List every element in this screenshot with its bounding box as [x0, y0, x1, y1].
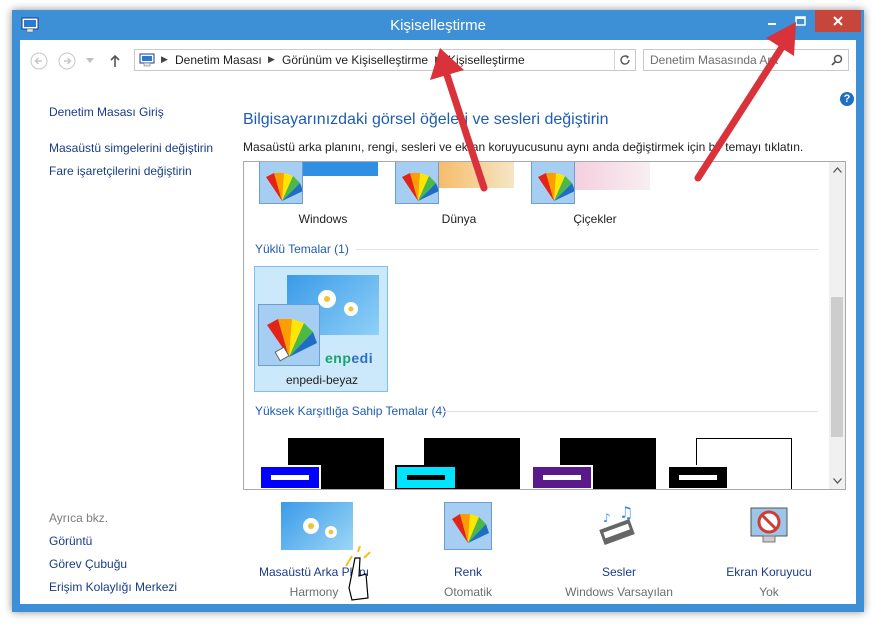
desktop-background-icon: [281, 502, 353, 550]
breadcrumb-appearance[interactable]: Görünüm ve Kişiselleştirme: [282, 53, 428, 67]
theme-name: Çiçekler: [573, 212, 617, 226]
theme-name: enpedi-beyaz: [285, 373, 359, 387]
refresh-button[interactable]: [614, 50, 635, 70]
up-button[interactable]: [106, 52, 124, 70]
chevron-down-icon: [832, 478, 842, 484]
minimize-button[interactable]: [758, 10, 786, 32]
breadcrumb-personalization[interactable]: Kişiselleştirme: [448, 53, 525, 67]
theme-high-contrast-2[interactable]: [392, 438, 526, 489]
enpedi-logo: enpedi: [325, 350, 374, 366]
breadcrumb-separator-icon: ▶: [435, 54, 442, 64]
theme-enpedi-beyaz[interactable]: enpedi enpedi-beyaz: [254, 266, 388, 392]
scroll-up-button[interactable]: [829, 162, 845, 178]
color-fan-icon: [531, 162, 575, 204]
color-fan-icon: [444, 502, 492, 550]
breadcrumb-separator-icon: ▶: [268, 54, 275, 64]
high-contrast-swatch: [531, 465, 593, 489]
ease-of-access-link[interactable]: Erişim Kolaylığı Merkezi: [49, 580, 177, 594]
maximize-button[interactable]: [786, 10, 814, 32]
theme-flowers[interactable]: Çiçekler: [528, 162, 662, 228]
bottom-value: Windows Varsayılan: [565, 585, 673, 599]
window-title: Kişiselleştirme: [390, 17, 486, 34]
theme-high-contrast-3[interactable]: [528, 438, 662, 489]
bottom-value: Harmony: [289, 585, 339, 599]
back-button[interactable]: [30, 52, 48, 70]
title-bar[interactable]: Kişiselleştirme: [12, 10, 864, 40]
theme-list[interactable]: Windows Dünya Çiçekler Yüklü Temalar (1): [243, 161, 846, 490]
personalization-window: Kişiselleştirme ▶ Denetim Masası ▶ Görün…: [12, 10, 864, 612]
page-title: Bilgisayarınızdaki görsel öğeleri ve ses…: [243, 111, 609, 128]
mouse-pointers-link[interactable]: Fare işaretçilerini değiştirin: [49, 164, 192, 178]
display-link[interactable]: Görüntü: [49, 534, 92, 548]
theme-windows[interactable]: Windows: [256, 162, 390, 228]
search-icon: [831, 54, 843, 66]
forward-button[interactable]: [58, 52, 76, 70]
search-input[interactable]: [650, 52, 820, 68]
installed-themes-group: Yüklü Temalar (1): [255, 242, 349, 256]
see-also-title: Ayrıca bkz.: [49, 511, 109, 525]
group-divider: [444, 411, 818, 412]
bottom-label: Ekran Koruyucu: [726, 565, 812, 579]
taskbar-link[interactable]: Görev Çubuğu: [49, 557, 127, 571]
control-panel-icon: [139, 53, 155, 67]
theme-high-contrast-white[interactable]: [664, 438, 798, 489]
recent-locations-button[interactable]: [84, 52, 96, 70]
theme-name: Dünya: [441, 212, 477, 226]
minimize-icon: [768, 23, 776, 25]
bottom-value: Otomatik: [443, 585, 492, 599]
chevron-down-icon: [86, 58, 94, 63]
svg-text:♪: ♪: [603, 511, 611, 525]
back-arrow-icon: [30, 52, 48, 70]
breadcrumb-separator-icon: ▶: [161, 54, 168, 64]
page-description: Masaüstü arka planını, rengi, sesleri ve…: [243, 140, 804, 154]
address-bar[interactable]: ▶ Denetim Masası ▶ Görünüm ve Kişiselleş…: [134, 49, 636, 71]
high-contrast-swatch: [259, 465, 321, 489]
sounds-icon: ♫ ♪: [595, 502, 643, 550]
breadcrumb-control-panel[interactable]: Denetim Masası: [175, 53, 262, 67]
high-contrast-themes-group: Yüksek Karşıtlığa Sahip Temalar (4): [255, 404, 447, 418]
refresh-icon: [620, 55, 630, 65]
bottom-label: Masaüstü Arka Planı: [258, 565, 370, 579]
theme-earth[interactable]: Dünya: [392, 162, 526, 228]
close-button[interactable]: [815, 10, 861, 32]
bottom-label: Renk: [453, 565, 482, 579]
scroll-thumb[interactable]: [831, 297, 843, 437]
theme-high-contrast-1[interactable]: [256, 438, 390, 489]
close-icon: [833, 16, 843, 26]
desktop-icons-link[interactable]: Masaüstü simgelerini değiştirin: [49, 141, 213, 155]
high-contrast-swatch: [667, 465, 729, 489]
search-box[interactable]: [643, 49, 849, 71]
forward-arrow-icon: [58, 52, 76, 70]
theme-name: Windows: [298, 212, 348, 226]
control-panel-home-link[interactable]: Denetim Masası Giriş: [49, 105, 164, 119]
navigation-bar: ▶ Denetim Masası ▶ Görünüm ve Kişiselleş…: [20, 40, 856, 80]
maximize-icon: [794, 16, 806, 26]
up-arrow-icon: [110, 54, 120, 67]
svg-text:♫: ♫: [619, 503, 633, 522]
group-divider: [356, 249, 818, 250]
theme-list-scrollbar[interactable]: [829, 162, 845, 489]
screen-saver-icon: [745, 502, 793, 550]
bottom-label: Sesler: [601, 565, 636, 579]
high-contrast-swatch: [395, 465, 457, 489]
window-content: ▶ Denetim Masası ▶ Görünüm ve Kişiselleş…: [20, 40, 856, 604]
color-fan-icon: [395, 162, 439, 204]
color-fan-icon: [258, 304, 320, 366]
chevron-up-icon: [832, 167, 842, 173]
help-icon[interactable]: ?: [840, 92, 854, 106]
color-fan-icon: [259, 162, 303, 204]
scroll-down-button[interactable]: [829, 473, 845, 489]
bottom-value: Yok: [759, 585, 779, 599]
